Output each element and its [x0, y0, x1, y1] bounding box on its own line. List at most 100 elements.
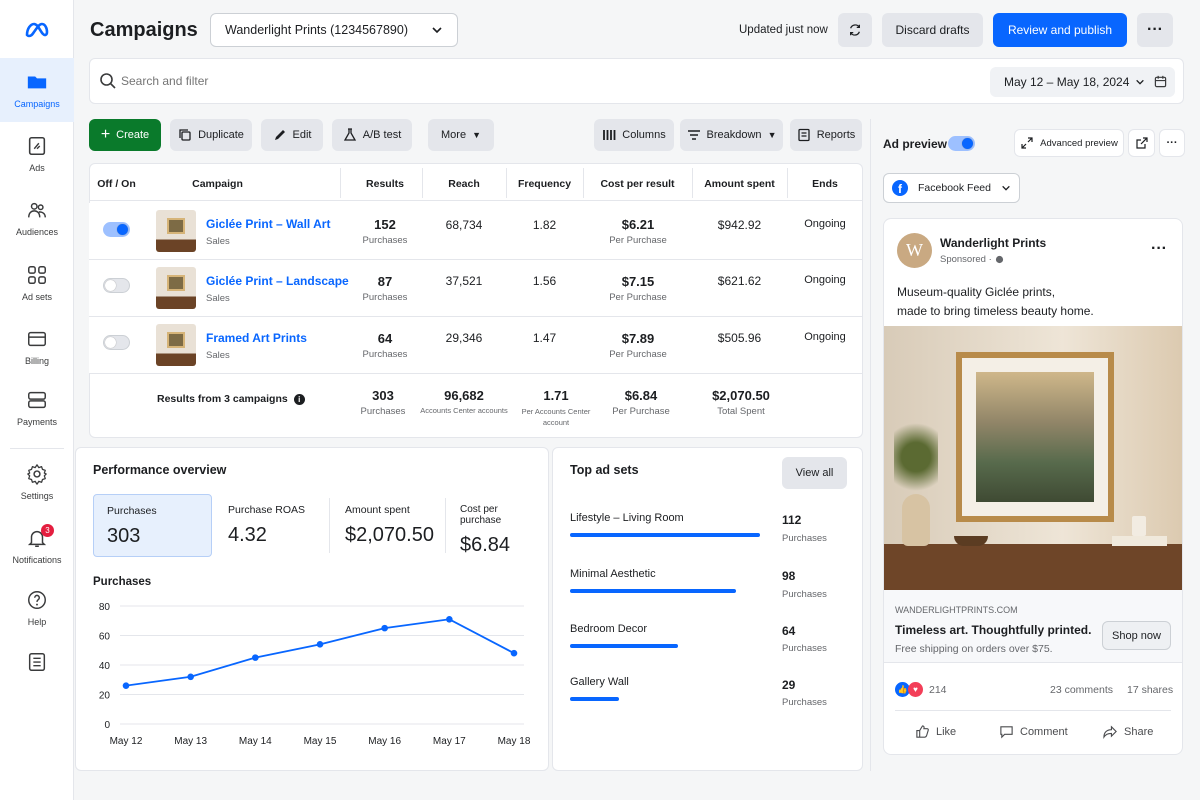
shop-now-button[interactable]: Shop now: [1102, 621, 1171, 650]
ad-set-bar: [570, 589, 737, 593]
create-button[interactable]: + Create: [89, 119, 161, 151]
breakdown-button[interactable]: Breakdown ▼: [680, 119, 783, 151]
discard-drafts-button[interactable]: Discard drafts: [882, 13, 983, 47]
ad-set-name[interactable]: Bedroom Decor: [570, 623, 647, 635]
review-publish-button[interactable]: Review and publish: [993, 13, 1127, 47]
column-header[interactable]: Reach: [422, 178, 506, 190]
sidebar-item-ads[interactable]: Ads: [0, 122, 74, 186]
table-row[interactable]: Giclée Print – Landscape Sales 87 Purchas…: [89, 260, 862, 317]
chart-title: Purchases: [93, 576, 152, 588]
ad-set-name[interactable]: Lifestyle – Living Room: [570, 512, 684, 524]
breakdown-label: Breakdown: [706, 129, 762, 141]
shares-count[interactable]: 17 shares: [1127, 684, 1173, 696]
ends-cell: Ongoing: [804, 331, 846, 343]
reports-button[interactable]: Reports: [790, 119, 862, 151]
more-options-button[interactable]: ···: [1137, 13, 1173, 47]
reports-list-icon[interactable]: [26, 651, 48, 676]
columns-label: Columns: [622, 129, 666, 141]
chevron-down-icon: [1002, 185, 1010, 191]
page-title: Campaigns: [90, 19, 198, 41]
column-header[interactable]: Results: [345, 178, 425, 190]
ad-preview-toggle[interactable]: [948, 136, 975, 151]
ad-set-name[interactable]: Minimal Aesthetic: [570, 568, 656, 580]
campaign-name-link[interactable]: Framed Art Prints: [206, 331, 307, 345]
create-label: Create: [116, 129, 150, 141]
frequency-cell: 1.82: [532, 218, 557, 232]
plus-icon: +: [100, 126, 111, 143]
totals-spent: $2,070.50 Total Spent: [692, 388, 790, 417]
search-input[interactable]: [121, 71, 521, 91]
totals-spent-label: Total Spent: [717, 406, 765, 417]
info-icon[interactable]: i: [293, 393, 305, 405]
ad-set-value: 29: [782, 678, 796, 692]
share-button[interactable]: Share: [1103, 724, 1153, 739]
sidebar-item-help[interactable]: Help: [0, 576, 74, 640]
date-range-picker[interactable]: May 12 – May 18, 2024: [990, 67, 1175, 97]
kpi-cost-per-purchase[interactable]: Cost per purchase $6.84: [447, 494, 547, 557]
results-cell: 64 Purchases: [345, 331, 425, 360]
column-header[interactable]: Frequency: [506, 178, 583, 190]
sidebar-item-notifications[interactable]: Notifications 3: [0, 514, 74, 578]
link-headline: Timeless art. Thoughtfully printed.: [895, 623, 1092, 637]
y-tick-label: 60: [99, 632, 111, 643]
ad-preview-label: Ad preview: [883, 137, 948, 151]
chevron-down-icon: [1136, 79, 1145, 85]
edit-button[interactable]: Edit: [261, 119, 323, 151]
link-domain: WANDERLIGHTPRINTS.COM: [895, 605, 1018, 615]
data-point: [381, 624, 388, 632]
duplicate-button[interactable]: Duplicate: [170, 119, 252, 151]
preview-more-button[interactable]: ···: [1159, 129, 1185, 157]
sidebar-item-audiences[interactable]: Audiences: [0, 186, 74, 250]
framed-print: [956, 352, 1114, 522]
view-all-button[interactable]: View all: [782, 457, 847, 489]
column-header[interactable]: Ends: [787, 178, 863, 190]
ad-image[interactable]: [884, 326, 1182, 590]
comments-count[interactable]: 23 comments: [1050, 684, 1113, 696]
sidebar-item-billing[interactable]: Billing: [0, 315, 74, 379]
kpi-roas[interactable]: Purchase ROAS 4.32: [215, 494, 330, 557]
sidebar-item-settings[interactable]: Settings: [0, 450, 74, 514]
campaign-toggle[interactable]: [103, 278, 130, 293]
sidebar-item-label: Help: [27, 617, 47, 627]
comment-button[interactable]: Comment: [999, 724, 1068, 739]
campaign-toggle[interactable]: [103, 335, 130, 350]
x-tick-label: May 13: [174, 736, 207, 747]
campaign-name-link[interactable]: Giclée Print – Wall Art: [206, 217, 330, 231]
like-button[interactable]: Like: [915, 724, 956, 739]
placement-selector[interactable]: f Facebook Feed: [883, 173, 1020, 203]
column-header[interactable]: Amount spent: [692, 178, 787, 190]
reactions[interactable]: 👍 ♥ 214: [895, 682, 947, 697]
totals-label-text: Results from 3 campaigns: [157, 393, 288, 405]
sidebar-item-campaigns[interactable]: Campaigns: [0, 58, 74, 122]
totals-frequency-value: 1.71: [543, 388, 569, 403]
column-header[interactable]: Off / On: [89, 178, 144, 190]
ad-set-name[interactable]: Gallery Wall: [570, 676, 629, 688]
sidebar-item-payments[interactable]: Payments: [0, 376, 74, 440]
kpi-purchases[interactable]: Purchases 303: [93, 494, 212, 557]
sidebar-item-label: Ad sets: [21, 292, 52, 302]
meta-logo-icon[interactable]: [24, 20, 50, 43]
refresh-button[interactable]: [838, 13, 872, 47]
advanced-preview-button[interactable]: Advanced preview: [1014, 129, 1124, 157]
post-more-icon[interactable]: ···: [1151, 240, 1167, 258]
page-name[interactable]: Wanderlight Prints: [940, 236, 1046, 250]
search-icon: [100, 73, 116, 89]
table-row[interactable]: Framed Art Prints Sales 64 Purchases 29,3…: [89, 317, 862, 374]
date-range-label: May 12 – May 18, 2024: [1004, 75, 1130, 89]
kpi-amount-spent[interactable]: Amount spent $2,070.50: [332, 494, 447, 557]
data-point: [187, 673, 194, 681]
ab-test-button[interactable]: A/B test: [332, 119, 412, 151]
column-header[interactable]: Cost per result: [583, 178, 692, 190]
table-row[interactable]: Giclée Print – Wall Art Sales 152 Purchas…: [89, 203, 862, 260]
x-tick-label: May 15: [304, 736, 337, 747]
campaign-toggle[interactable]: [103, 222, 130, 237]
page-avatar[interactable]: W: [897, 233, 932, 268]
open-external-button[interactable]: [1128, 129, 1155, 157]
columns-button[interactable]: Columns: [594, 119, 674, 151]
sidebar-item-ad-sets[interactable]: Ad sets: [0, 251, 74, 315]
campaign-name-link[interactable]: Giclée Print – Landscape: [206, 274, 349, 288]
y-tick-label: 20: [99, 691, 111, 702]
more-button[interactable]: More ▼: [428, 119, 494, 151]
column-header[interactable]: Campaign: [160, 178, 275, 190]
account-selector[interactable]: Wanderlight Prints (1234567890): [210, 13, 458, 47]
